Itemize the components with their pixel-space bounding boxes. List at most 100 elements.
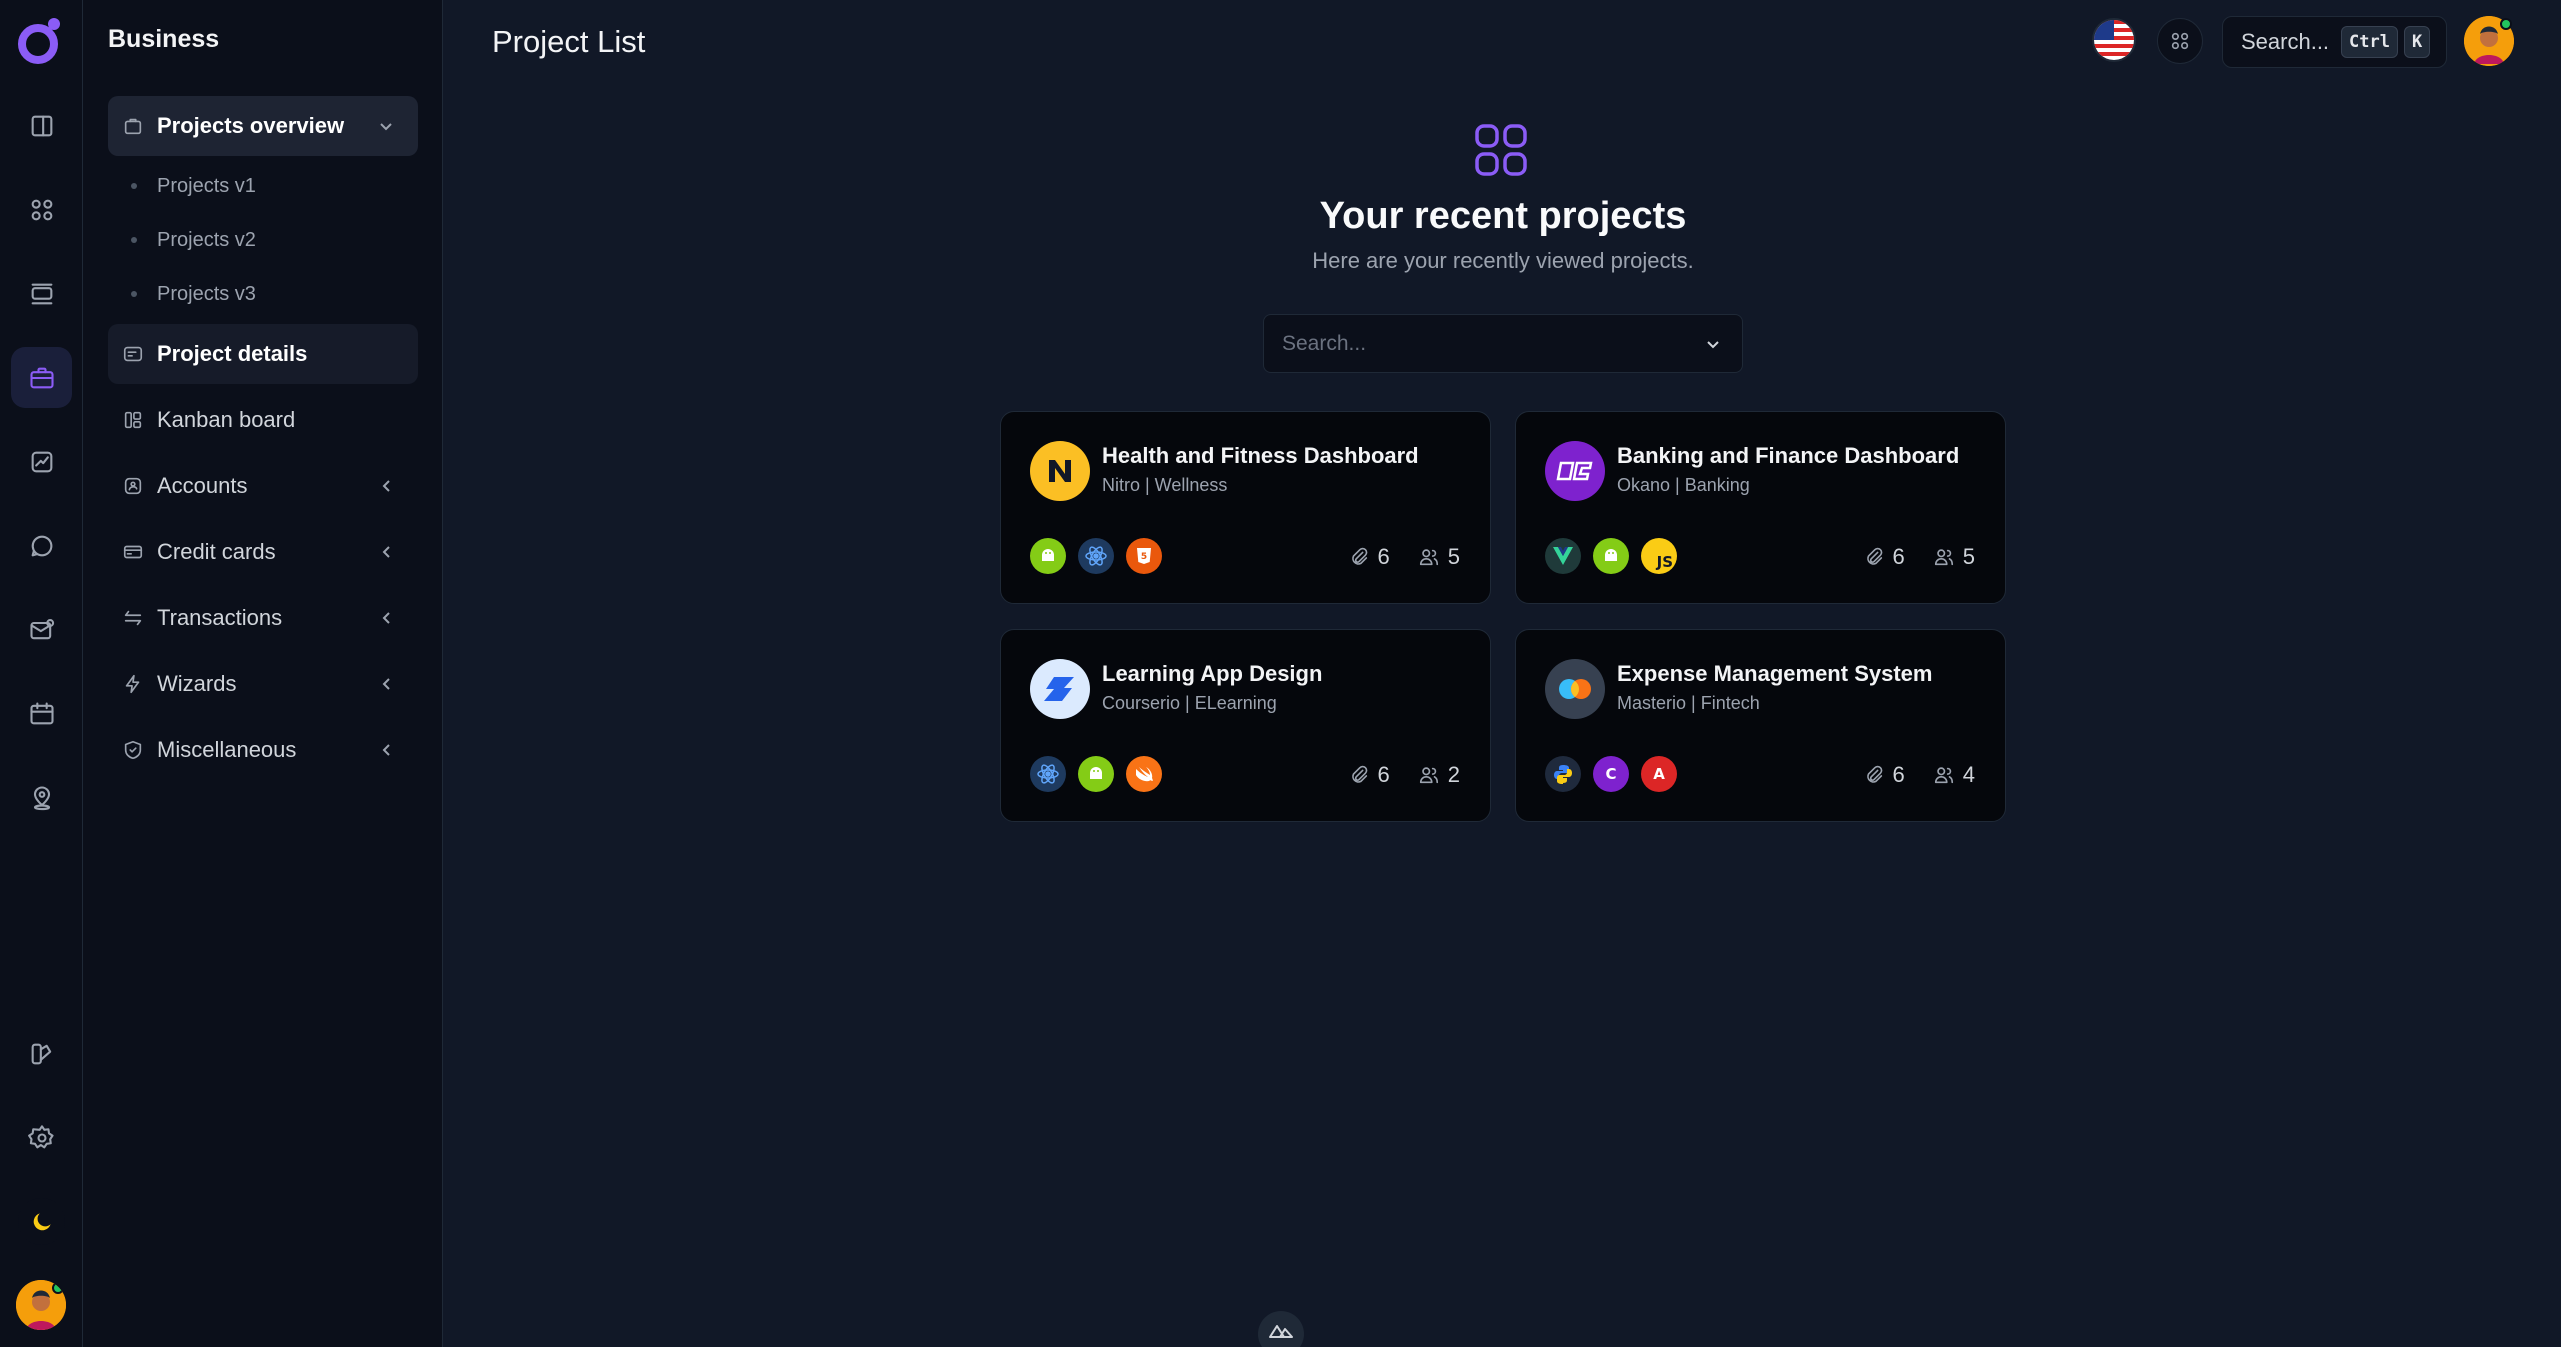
arrows-icon [124, 610, 142, 626]
sidebar-toggle-button[interactable] [11, 95, 72, 156]
users-icon [1419, 549, 1438, 566]
sidebar-item-wizards[interactable]: Wizards [108, 654, 418, 714]
html5-icon: 5 [1126, 538, 1162, 574]
android-icon [1078, 756, 1114, 792]
android-icon [1030, 538, 1066, 574]
rail-layouts-button[interactable] [11, 263, 72, 324]
rail-chat-button[interactable] [11, 515, 72, 576]
theme-toggle-button[interactable] [18, 1198, 65, 1245]
react-icon [1030, 756, 1066, 792]
users-icon [1934, 549, 1953, 566]
attachments-count: 6 [1863, 544, 1905, 570]
us-flag-icon [2094, 20, 2134, 60]
project-meta: Masterio | Fintech [1617, 693, 1760, 713]
project-meta: Nitro | Wellness [1102, 475, 1228, 495]
language-button[interactable] [2092, 18, 2136, 62]
swift-icon [1126, 756, 1162, 792]
paperclip-icon [1866, 547, 1882, 565]
angular-icon: A [1641, 756, 1677, 792]
android-icon [1593, 538, 1629, 574]
sidebar-subitem-label: Projects v3 [157, 282, 256, 305]
sidebar-item-accounts[interactable]: Accounts [108, 456, 418, 516]
accounts-icon [124, 477, 142, 495]
bullet [131, 291, 137, 297]
members-value: 2 [1447, 762, 1460, 787]
moon-icon [33, 1212, 51, 1230]
map-pin-icon [33, 785, 50, 810]
members-count: 2 [1418, 762, 1460, 788]
rail-customizer-button[interactable] [11, 1023, 72, 1084]
members-count: 5 [1933, 544, 1975, 570]
rail-mail-button[interactable] [11, 599, 72, 660]
attachments-count: 6 [1348, 762, 1390, 788]
calendar-icon [29, 701, 54, 724]
recent-projects-subtitle: Here are your recently viewed projects. [1312, 248, 1694, 273]
rail-user-avatar[interactable] [16, 1280, 66, 1330]
nuxt-devtools-button[interactable] [1258, 1311, 1304, 1347]
global-search-button[interactable]: Search... Ctrl K [2222, 16, 2447, 68]
project-card-health-fitness[interactable]: Health and Fitness Dashboard Nitro | Wel… [1000, 411, 1491, 604]
briefcase-bag-icon [124, 118, 142, 135]
rail-business-button[interactable] [11, 347, 72, 408]
sidebar-item-label: Credit cards [157, 539, 276, 564]
project-card-learning-app[interactable]: Learning App Design Courserio | ELearnin… [1000, 629, 1491, 822]
users-icon [1934, 767, 1953, 784]
bolt-icon [125, 674, 140, 694]
sidebar-item-projects-overview[interactable]: Projects overview [108, 96, 418, 156]
sidebar-item-label: Accounts [157, 473, 248, 498]
grid-icon [2171, 32, 2189, 50]
rail-charts-button[interactable] [11, 431, 72, 492]
sidebar-item-credit-cards[interactable]: Credit cards [108, 522, 418, 582]
rail-calendar-button[interactable] [11, 683, 72, 744]
mail-icon [29, 618, 54, 639]
sidebar-item-miscellaneous[interactable]: Miscellaneous [108, 720, 418, 780]
project-name: Expense Management System [1617, 661, 1933, 686]
chevron-left-icon [382, 546, 390, 558]
sidebar-subitem-projects-v1[interactable]: Projects v1 [131, 171, 256, 201]
sidebar-item-kanban-board[interactable]: Kanban board [108, 390, 418, 450]
sidebar-item-label: Transactions [157, 605, 283, 630]
members-value: 4 [1962, 762, 1975, 787]
sidebar-item-label: Miscellaneous [157, 737, 297, 762]
python-icon [1545, 756, 1581, 792]
shield-icon [124, 740, 142, 760]
project-search-select[interactable] [1263, 314, 1743, 373]
react-icon [1078, 538, 1114, 574]
sidebar-subitem-projects-v2[interactable]: Projects v2 [131, 225, 256, 255]
online-status-dot [2500, 18, 2512, 30]
project-card-banking-finance[interactable]: Banking and Finance Dashboard Okano | Ba… [1515, 411, 2006, 604]
sidebar-subitem-label: Projects v2 [157, 228, 256, 251]
shortcut-key-ctrl: Ctrl [2341, 26, 2398, 58]
members-count: 4 [1933, 762, 1975, 788]
attachments-value: 6 [1892, 762, 1905, 787]
projects-grid-icon [1475, 124, 1527, 176]
project-name: Learning App Design [1102, 661, 1323, 686]
rail-settings-button[interactable] [11, 1107, 72, 1168]
page-title: Project List [492, 24, 646, 59]
project-meta: Okano | Banking [1617, 475, 1750, 495]
sidebar-item-project-details[interactable]: Project details [108, 324, 418, 384]
attachments-value: 6 [1377, 762, 1390, 787]
vue-icon [1545, 538, 1581, 574]
rail-map-button[interactable] [11, 767, 72, 828]
chevron-left-icon [382, 612, 390, 624]
project-search-input[interactable] [1282, 331, 1682, 356]
briefcase-icon [29, 367, 54, 388]
app-logo-icon[interactable] [16, 16, 64, 66]
apps-button[interactable] [2157, 18, 2203, 64]
user-avatar[interactable] [2464, 16, 2514, 66]
sidebar-item-transactions[interactable]: Transactions [108, 588, 418, 648]
credit-card-icon [123, 545, 143, 559]
attachments-value: 6 [1377, 544, 1390, 569]
sidebar-subitem-projects-v3[interactable]: Projects v3 [131, 279, 256, 309]
chevron-left-icon [382, 678, 390, 690]
chevron-down-icon [1707, 341, 1719, 349]
chevron-left-icon [382, 480, 390, 492]
settings-icon [27, 1124, 54, 1148]
rail-dashboard-button[interactable] [11, 179, 72, 240]
sidebar-item-label: Kanban board [157, 407, 296, 432]
attachments-count: 6 [1348, 544, 1390, 570]
project-meta: Courserio | ELearning [1102, 693, 1277, 713]
sidebar-item-label: Projects overview [157, 113, 345, 138]
project-card-expense-management[interactable]: Expense Management System Masterio | Fin… [1515, 629, 2006, 822]
